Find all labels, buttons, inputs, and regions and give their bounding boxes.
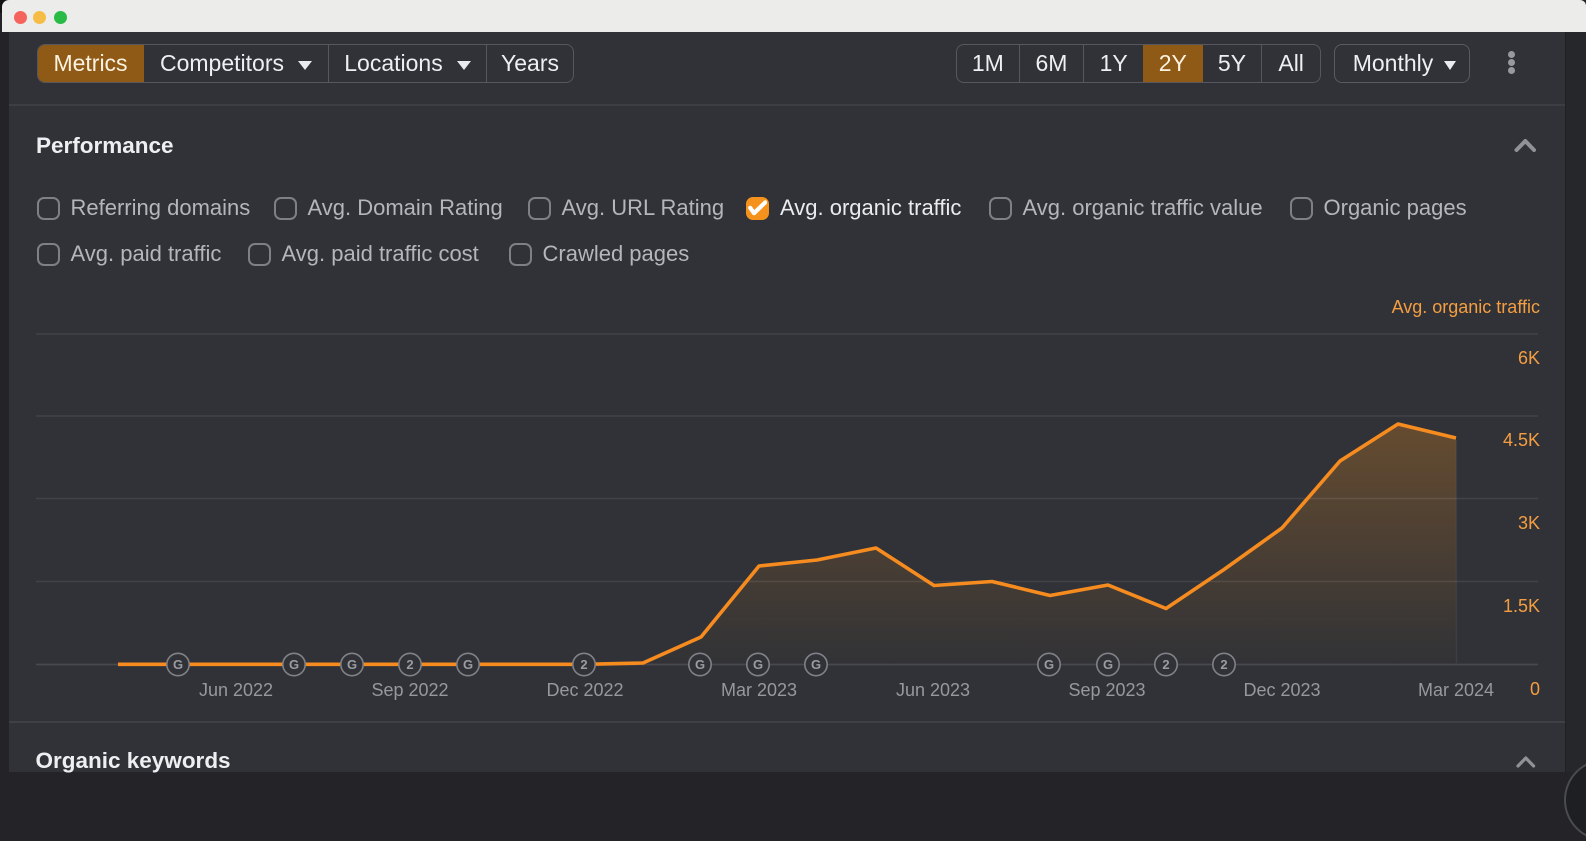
svg-text:Dec 2023: Dec 2023: [1243, 680, 1320, 700]
svg-text:Jun 2023: Jun 2023: [896, 680, 970, 700]
svg-text:2: 2: [1220, 657, 1227, 672]
svg-text:G: G: [347, 657, 357, 672]
svg-text:2: 2: [1162, 657, 1169, 672]
svg-text:G: G: [289, 657, 299, 672]
svg-text:Sep 2023: Sep 2023: [1068, 680, 1145, 700]
svg-text:2: 2: [406, 657, 413, 672]
svg-text:G: G: [173, 657, 183, 672]
svg-text:Mar 2023: Mar 2023: [721, 680, 797, 700]
svg-text:G: G: [463, 657, 473, 672]
svg-text:G: G: [695, 657, 705, 672]
svg-text:2: 2: [580, 657, 587, 672]
svg-text:Avg. organic traffic: Avg. organic traffic: [1392, 297, 1540, 317]
svg-text:Sep 2022: Sep 2022: [371, 680, 448, 700]
svg-text:Mar 2024: Mar 2024: [1418, 680, 1494, 700]
svg-text:Dec 2022: Dec 2022: [546, 680, 623, 700]
svg-text:G: G: [811, 657, 821, 672]
svg-text:3K: 3K: [1518, 513, 1540, 533]
svg-text:1.5K: 1.5K: [1503, 596, 1540, 616]
svg-text:0: 0: [1530, 679, 1540, 699]
svg-text:6K: 6K: [1518, 348, 1540, 368]
svg-text:G: G: [753, 657, 763, 672]
svg-text:G: G: [1044, 657, 1054, 672]
svg-text:Jun 2022: Jun 2022: [199, 680, 273, 700]
svg-text:G: G: [1103, 657, 1113, 672]
svg-text:4.5K: 4.5K: [1503, 430, 1540, 450]
